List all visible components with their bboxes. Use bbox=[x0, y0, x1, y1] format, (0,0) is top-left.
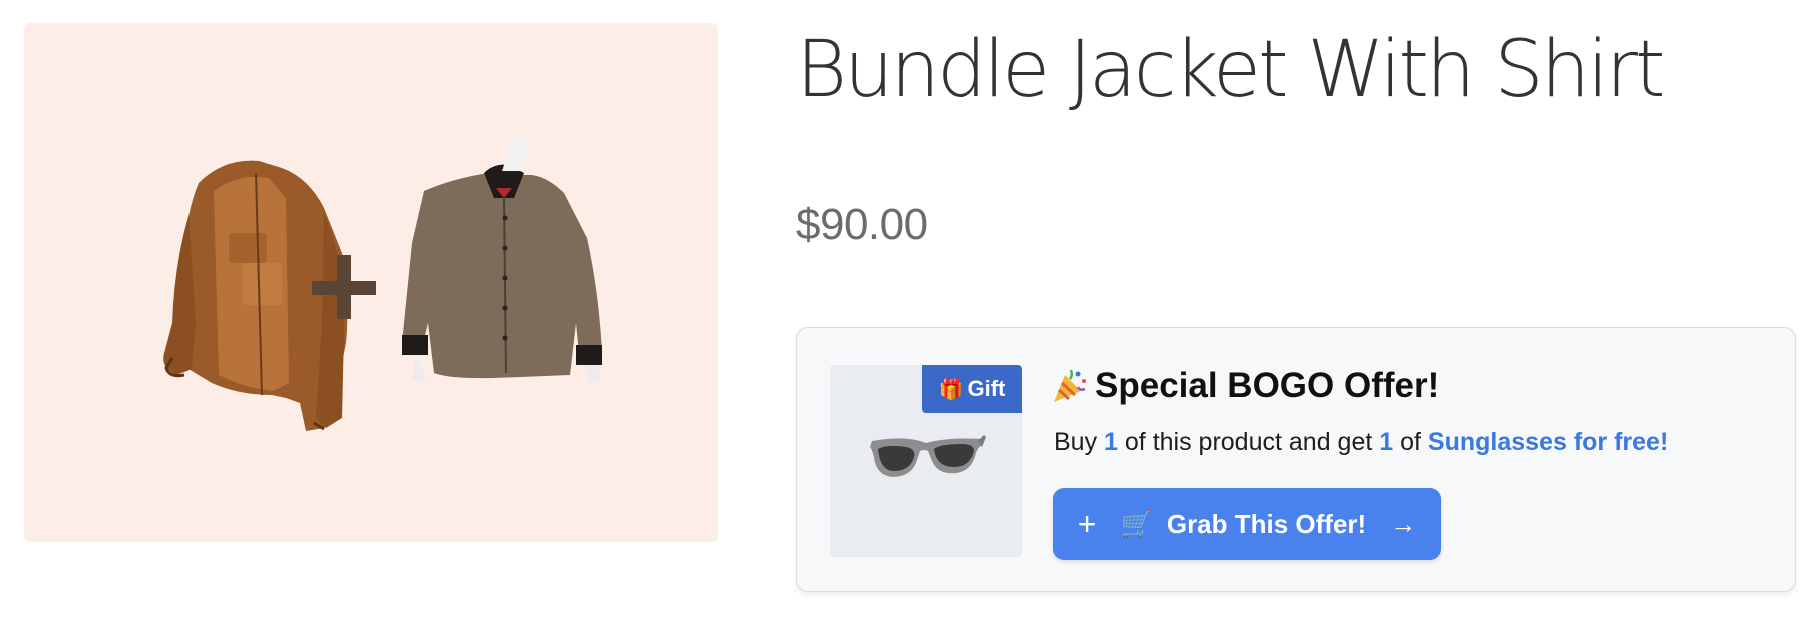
sunglasses-image bbox=[870, 435, 986, 477]
offer-heading: Special BOGO Offer! bbox=[1051, 366, 1439, 406]
buy-quantity: 1 bbox=[1104, 428, 1118, 456]
desc-free-text: for free! bbox=[1573, 428, 1669, 456]
gift-badge: 🎁 Gift bbox=[922, 365, 1022, 413]
party-popper-icon bbox=[1054, 369, 1086, 402]
gift-badge-label: Gift bbox=[967, 376, 1006, 401]
grab-offer-button[interactable]: + 🛒 Grab This Offer! → bbox=[1053, 488, 1441, 560]
jacket-and-shirt-image bbox=[163, 137, 602, 431]
arrow-right-icon: → bbox=[1390, 508, 1417, 539]
desc-of-text: of bbox=[1400, 428, 1421, 456]
shirt-graphic bbox=[402, 137, 602, 383]
desc-buy-text: Buy bbox=[1054, 428, 1098, 456]
bogo-offer-card: 🎁 Gift Special BOGO Offer! Buy 1 of this… bbox=[796, 327, 1796, 592]
offer-description: Buy 1 of this product and get 1 of Sungl… bbox=[1054, 428, 1668, 457]
offer-heading-text: Special BOGO Offer! bbox=[1095, 366, 1440, 405]
jacket-graphic bbox=[163, 160, 348, 431]
get-quantity: 1 bbox=[1379, 428, 1394, 456]
gift-icon: 🎁 bbox=[938, 378, 964, 401]
cart-icon: 🛒 bbox=[1120, 508, 1153, 539]
plus-icon: + bbox=[1077, 505, 1097, 542]
desc-middle-text: of this product and get bbox=[1124, 428, 1373, 456]
product-price: $90.00 bbox=[796, 200, 928, 249]
product-title: Bundle Jacket With Shirt bbox=[796, 25, 1666, 115]
gift-product-thumbnail[interactable]: 🎁 Gift bbox=[830, 365, 1022, 557]
grab-offer-label: Grab This Offer! bbox=[1166, 508, 1367, 539]
gift-product-link[interactable]: Sunglasses bbox=[1428, 428, 1567, 456]
product-image[interactable] bbox=[24, 23, 718, 542]
